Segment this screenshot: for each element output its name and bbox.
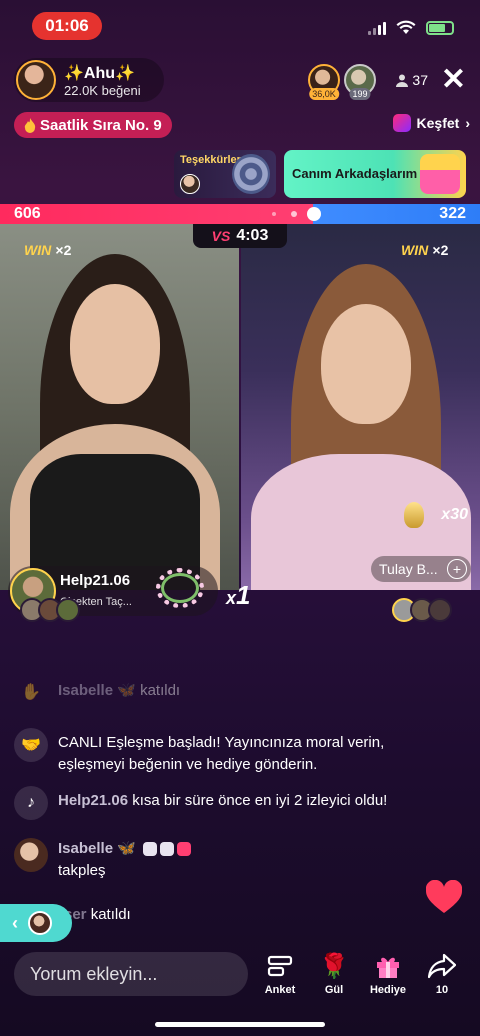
viewer-count[interactable]: 37 bbox=[396, 72, 428, 88]
right-team-score: 322 bbox=[313, 204, 480, 224]
chat-message-text: takpleş bbox=[58, 862, 106, 879]
friends-banner[interactable]: Canım Arkadaşlarım bbox=[284, 150, 466, 198]
left-supporters[interactable] bbox=[20, 598, 80, 622]
poll-icon bbox=[266, 952, 294, 980]
wifi-icon bbox=[396, 20, 416, 34]
streamer-face bbox=[70, 284, 160, 404]
chat-username[interactable]: Help21.06 bbox=[58, 792, 128, 809]
thanks-avatar bbox=[180, 174, 200, 194]
battle-timer: VS 4:03 bbox=[193, 224, 287, 248]
side-tab-avatar bbox=[28, 911, 52, 935]
status-icons bbox=[368, 20, 454, 35]
wave-icon: ✋ bbox=[21, 684, 41, 701]
gifter-name: Help21.06 bbox=[60, 572, 131, 589]
guest-name: Tulay B... bbox=[379, 561, 438, 577]
viewer-badge: 199 bbox=[349, 88, 371, 100]
left-team-score: 606 bbox=[0, 204, 322, 224]
home-indicator[interactable] bbox=[155, 1022, 325, 1027]
chevron-right-icon: › bbox=[465, 115, 470, 131]
right-supporters[interactable] bbox=[392, 598, 452, 622]
gift-button[interactable]: Hediye bbox=[364, 952, 412, 996]
battle-score-bar: 606 322 bbox=[0, 204, 480, 224]
vs-icon: VS bbox=[211, 228, 231, 244]
host-likes: 22.0K beğeni bbox=[64, 82, 141, 98]
close-icon[interactable]: ✕ bbox=[441, 65, 466, 95]
chevron-left-icon: ‹ bbox=[12, 912, 18, 933]
chat-join-message: ser katıldı bbox=[64, 906, 131, 923]
chat-user-avatar[interactable] bbox=[14, 838, 48, 872]
guest-face bbox=[321, 304, 411, 424]
guest-name-tag[interactable]: Tulay B... + bbox=[371, 556, 471, 582]
battery-icon bbox=[426, 20, 454, 35]
timer-value: 4:03 bbox=[236, 227, 269, 244]
rose-icon: 🌹 bbox=[319, 952, 349, 980]
flower-crown-icon bbox=[156, 568, 204, 608]
friends-label: Canım Arkadaşlarım bbox=[292, 166, 418, 181]
gift-icon bbox=[374, 952, 402, 980]
share-button[interactable]: 10 bbox=[418, 952, 466, 996]
follow-plus-icon[interactable]: + bbox=[447, 559, 467, 579]
user-badges bbox=[143, 842, 192, 857]
flame-icon bbox=[24, 117, 36, 133]
poll-button[interactable]: Anket bbox=[256, 952, 304, 996]
status-time: 01:06 bbox=[32, 12, 102, 40]
left-score-value: 606 bbox=[14, 205, 41, 222]
gift-multiplier: x30 bbox=[441, 506, 468, 523]
gift-box-icon bbox=[420, 154, 460, 194]
side-panel-tab[interactable]: ‹ bbox=[0, 904, 72, 942]
heart-icon[interactable] bbox=[426, 880, 462, 916]
cellular-signal-icon bbox=[368, 21, 386, 35]
target-icon bbox=[232, 154, 270, 194]
viewer-badge: 36,0K bbox=[309, 88, 339, 100]
host-avatar[interactable] bbox=[16, 60, 56, 100]
chat-join-message: ✋ Isabelle 🦋 katıldı bbox=[14, 680, 454, 704]
ice-cream-gift-icon bbox=[404, 502, 424, 528]
rose-button[interactable]: 🌹 Gül bbox=[310, 952, 358, 997]
viewer-avatar[interactable]: 199 bbox=[344, 64, 376, 100]
right-score-value: 322 bbox=[439, 205, 466, 222]
tiktok-icon: ♪ bbox=[14, 786, 48, 820]
comment-input[interactable] bbox=[14, 952, 248, 996]
chat-user-message: Isabelle 🦋 takpleş bbox=[14, 838, 454, 882]
hourly-rank-pill[interactable]: Saatlik Sıra No. 9 bbox=[14, 112, 172, 138]
chat-username[interactable]: Isabelle 🦋 bbox=[58, 840, 136, 857]
chat-top-viewer-message: ♪ Help21.06 kısa bir süre önce en iyi 2 … bbox=[14, 786, 454, 820]
viewer-avatar[interactable]: 36,0K bbox=[308, 64, 340, 100]
explore-label: Keşfet bbox=[416, 115, 460, 131]
handshake-icon: 🤝 bbox=[14, 728, 48, 762]
thanks-title: Teşekkürler bbox=[180, 154, 241, 166]
share-arrow-icon bbox=[428, 952, 456, 980]
host-card[interactable]: ✨Ahu✨ 22.0K beğeni bbox=[14, 58, 164, 102]
left-video-panel[interactable]: WIN ×2 bbox=[0, 224, 239, 590]
hourly-rank-label: Saatlik Sıra No. 9 bbox=[40, 116, 162, 134]
host-name: ✨Ahu✨ bbox=[64, 64, 135, 82]
explore-icon bbox=[392, 114, 411, 132]
person-icon bbox=[396, 74, 409, 87]
thanks-banner[interactable]: Teşekkürler bbox=[174, 150, 276, 198]
right-win-badge: WIN ×2 bbox=[401, 242, 449, 258]
top-viewers: 36,0K 199 bbox=[308, 64, 376, 100]
gift-combo: x1 bbox=[226, 580, 251, 610]
explore-button[interactable]: Keşfet › bbox=[392, 114, 470, 132]
left-win-badge: WIN ×2 bbox=[24, 242, 72, 258]
viewer-count-value: 37 bbox=[412, 72, 428, 88]
chat-system-message: 🤝 CANLI Eşleşme başladı! Yayıncınıza mor… bbox=[14, 728, 454, 776]
right-video-panel[interactable]: WIN ×2 x30 Tulay B... + bbox=[241, 224, 480, 590]
chat-message-text: CANLI Eşleşme başladı! Yayıncınıza moral… bbox=[58, 734, 385, 773]
